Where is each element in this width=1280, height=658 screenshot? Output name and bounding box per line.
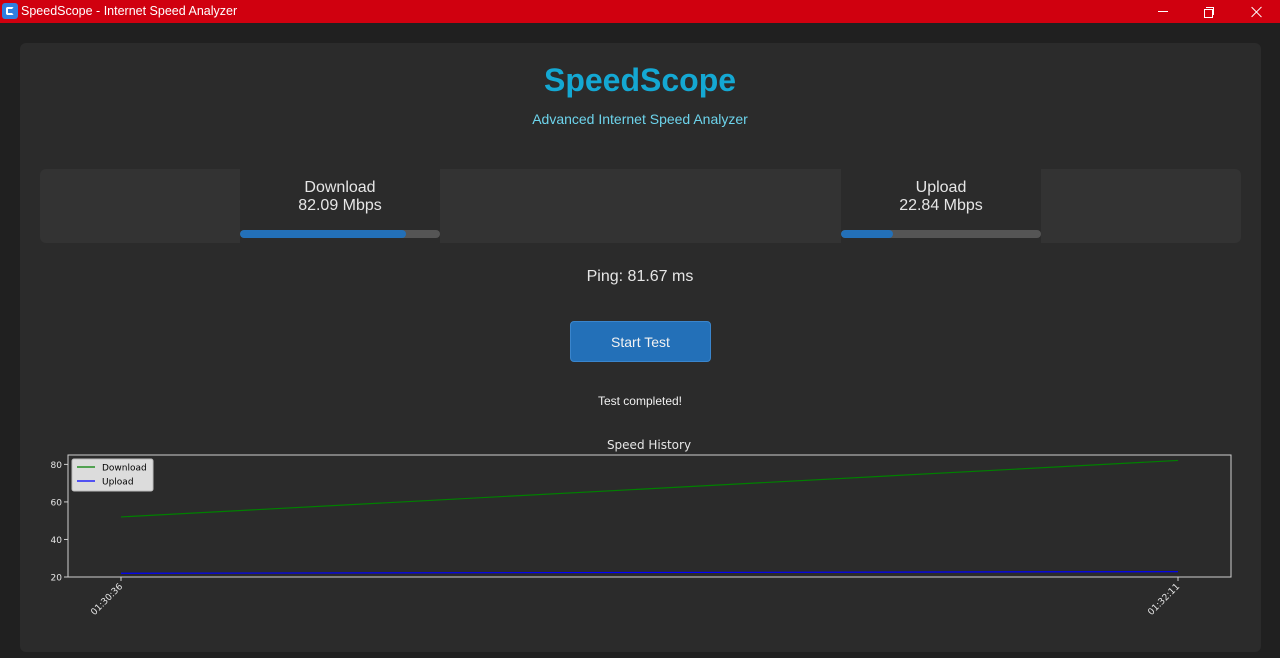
title-bar: SpeedScope - Internet Speed Analyzer (0, 0, 1280, 23)
series-line-download (120, 459, 1179, 518)
download-progress-fill (240, 230, 406, 238)
y-tick-label: 80 (51, 461, 63, 471)
start-test-button[interactable]: Start Test (570, 321, 711, 362)
minimize-button[interactable] (1140, 0, 1186, 23)
upload-label: Upload (915, 179, 967, 196)
app-subtitle: Advanced Internet Speed Analyzer (532, 111, 748, 127)
download-label: Download (304, 179, 376, 196)
speed-history-chart: Speed History 20 40 60 80 01:30:36 01:32:11 Dow… (51, 438, 1232, 618)
y-tick-label: 60 (51, 498, 63, 508)
legend-label-download: Download (102, 464, 147, 474)
upload-meter: Upload 22.84 Mbps (841, 169, 1041, 243)
speed-meters-strip (40, 169, 1241, 243)
close-button[interactable] (1234, 0, 1280, 23)
y-tick-label: 40 (51, 536, 63, 546)
download-progress-bar (240, 230, 440, 238)
plot-frame (67, 454, 1232, 578)
status-message: Test completed! (597, 394, 683, 408)
close-icon (1251, 6, 1263, 18)
minimize-icon (1158, 11, 1168, 12)
x-tick-label: 01:30:36 (89, 582, 125, 618)
window-title: SpeedScope - Internet Speed Analyzer (21, 4, 238, 18)
ping-readout: Ping: 81.67 ms (586, 268, 694, 285)
upload-value: 22.84 Mbps (899, 197, 983, 214)
maximize-button[interactable] (1186, 0, 1232, 23)
series-line-upload (120, 571, 1179, 574)
y-tick-label: 20 (51, 574, 63, 584)
download-meter: Download 82.09 Mbps (240, 169, 440, 243)
download-value: 82.09 Mbps (298, 197, 382, 214)
app-icon (2, 3, 18, 19)
chart-title: Speed History (607, 438, 691, 452)
upload-progress-bar (841, 230, 1041, 238)
x-tick-label: 01:32:11 (1146, 582, 1182, 618)
legend-label-upload: Upload (102, 478, 134, 488)
app-title: SpeedScope (543, 62, 737, 98)
restore-icon (1204, 6, 1214, 18)
upload-progress-fill (841, 230, 893, 238)
